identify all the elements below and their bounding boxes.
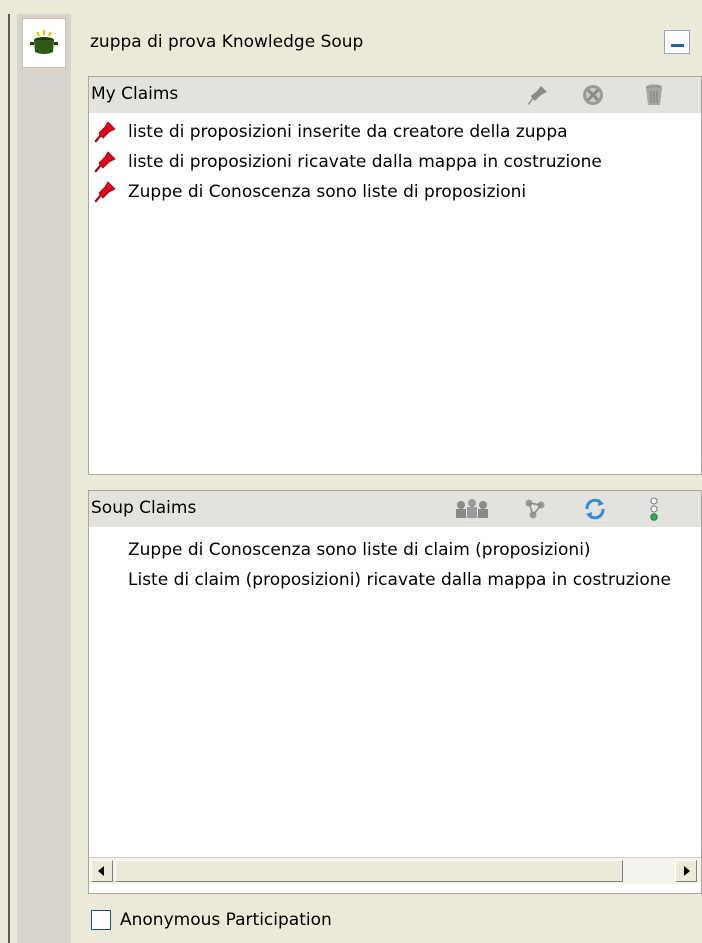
red-pin-icon — [94, 151, 116, 173]
soup-pot-icon — [30, 30, 58, 54]
forbid-icon[interactable] — [579, 83, 607, 107]
soup-claim-text: Zuppe di Conoscenza sono liste di claim … — [128, 540, 591, 560]
soup-claims-header: Soup Claims — [89, 491, 701, 527]
red-pin-icon — [94, 181, 116, 203]
left-strip — [0, 0, 12, 943]
my-claims-list[interactable]: My Claims liste di proposizioni inserite… — [88, 76, 702, 475]
panel-title: zuppa di prova Knowledge Soup — [90, 32, 364, 52]
claim-text: Zuppe di Conoscenza sono liste di propos… — [128, 182, 527, 202]
network-icon[interactable] — [521, 497, 549, 521]
scroll-left-button[interactable] — [91, 860, 113, 882]
side-rail — [17, 14, 71, 943]
scroll-right-button[interactable] — [675, 860, 697, 882]
my-claims-title: My Claims — [91, 84, 179, 104]
group-people-icon[interactable] — [452, 497, 492, 521]
chevron-right-icon — [684, 866, 690, 876]
claim-text: liste di proposizioni ricavate dalla map… — [128, 152, 602, 172]
anonymous-participation-checkbox[interactable] — [91, 910, 111, 930]
list-item[interactable]: Zuppe di Conoscenza sono liste di claim … — [128, 535, 702, 565]
soup-pot-icon-button[interactable] — [22, 18, 66, 68]
minimize-icon[interactable] — [664, 30, 690, 54]
soup-claims-list[interactable]: Soup Claims Zuppe di Conoscenza sono lis… — [88, 490, 702, 894]
panel-title-bar: zuppa di prova Knowledge Soup — [87, 26, 702, 64]
pin-icon[interactable] — [523, 83, 551, 107]
my-claims-header: My Claims — [89, 77, 701, 113]
anonymous-participation-label: Anonymous Participation — [120, 910, 332, 930]
list-item[interactable]: liste di proposizioni inserite da creato… — [93, 117, 568, 147]
traffic-light-icon[interactable] — [640, 497, 668, 521]
left-divider-line — [8, 14, 10, 943]
red-pin-icon — [94, 121, 116, 143]
list-item[interactable]: Zuppe di Conoscenza sono liste di propos… — [93, 177, 526, 207]
claim-text: liste di proposizioni inserite da creato… — [128, 122, 568, 142]
horizontal-scrollbar[interactable] — [89, 857, 701, 884]
list-item[interactable]: Liste di claim (proposizioni) ricavate d… — [128, 565, 702, 595]
soup-claim-text: Liste di claim (proposizioni) ricavate d… — [128, 570, 672, 590]
soup-claims-title: Soup Claims — [91, 498, 197, 518]
refresh-icon[interactable] — [581, 497, 609, 521]
trash-icon[interactable] — [640, 83, 668, 107]
chevron-left-icon — [98, 866, 104, 876]
anonymous-participation-row[interactable]: Anonymous Participation — [91, 904, 332, 936]
scroll-thumb[interactable] — [115, 860, 623, 882]
list-item[interactable]: liste di proposizioni ricavate dalla map… — [93, 147, 602, 177]
